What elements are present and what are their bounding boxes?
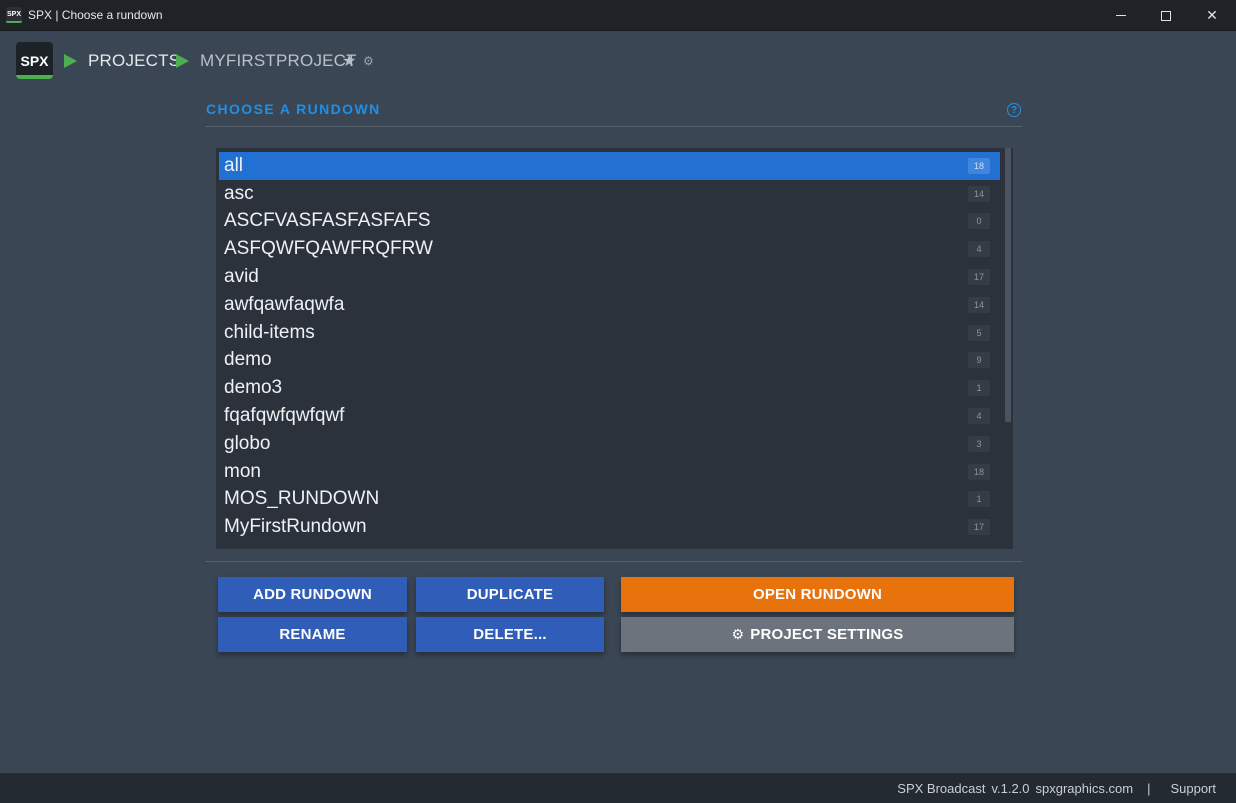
section-title: CHOOSE A RUNDOWN bbox=[206, 101, 381, 117]
breadcrumb-arrow-icon bbox=[64, 54, 77, 68]
rundown-item-count-badge: 5 bbox=[968, 324, 990, 341]
project-settings-label: PROJECT SETTINGS bbox=[750, 626, 904, 643]
scrollbar-thumb[interactable] bbox=[1005, 148, 1011, 422]
rundown-list-item[interactable]: mon 18 bbox=[219, 458, 1000, 486]
footer: SPX Broadcast v.1.2.0 spxgraphics.com | … bbox=[0, 773, 1236, 803]
star-icon[interactable]: ★ bbox=[342, 51, 356, 71]
rundown-list-item[interactable]: fqafqwfqwfqwf 4 bbox=[219, 402, 1000, 430]
rename-button[interactable]: RENAME bbox=[218, 617, 407, 652]
rundown-list-item[interactable]: globo 3 bbox=[219, 430, 1000, 458]
rundown-item-count-badge: 0 bbox=[968, 213, 990, 230]
rundown-item-count-badge: 4 bbox=[968, 408, 990, 425]
rundown-item-count-badge: 4 bbox=[968, 241, 990, 258]
rundown-list-item[interactable]: asc 14 bbox=[219, 180, 1000, 208]
spx-logo[interactable]: SPX bbox=[16, 42, 53, 79]
rundown-list-item[interactable]: demo3 1 bbox=[219, 374, 1000, 402]
minimize-button[interactable] bbox=[1098, 0, 1144, 31]
rundown-name: globo bbox=[224, 432, 271, 454]
footer-site-link[interactable]: spxgraphics.com bbox=[1036, 781, 1134, 796]
window-title: SPX | Choose a rundown bbox=[28, 8, 163, 22]
rundown-item-count-badge: 3 bbox=[968, 435, 990, 452]
rundown-list-item[interactable]: all 18 bbox=[219, 152, 1000, 180]
breadcrumb-project: MYFIRSTPROJECT bbox=[200, 51, 357, 70]
rundown-list-item[interactable]: awfqawfaqwfa 14 bbox=[219, 291, 1000, 319]
close-icon: ✕ bbox=[1206, 7, 1218, 23]
footer-support-link[interactable]: Support bbox=[1170, 781, 1216, 796]
duplicate-button[interactable]: DUPLICATE bbox=[416, 577, 604, 612]
rundown-list-item[interactable]: MOS_RUNDOWN 1 bbox=[219, 486, 1000, 514]
rundown-name: ASFQWFQAWFRQFRW bbox=[224, 238, 433, 260]
window-titlebar: SPX SPX | Choose a rundown bbox=[0, 0, 1236, 31]
footer-separator: | bbox=[1147, 780, 1151, 796]
rundown-list-item[interactable]: demo 9 bbox=[219, 347, 1000, 375]
logo-underline bbox=[16, 75, 53, 79]
rundown-list-items: all 18 asc 14 ASCFVASFASFASFAFS 0 ASFQWFQAWFRQ… bbox=[219, 152, 1000, 541]
delete-button[interactable]: DELETE... bbox=[416, 617, 604, 652]
rundown-name: fqafqwfqwfqwf bbox=[224, 405, 345, 427]
rundown-item-count-badge: 1 bbox=[968, 491, 990, 508]
rundown-name: awfqawfaqwfa bbox=[224, 293, 345, 315]
rundown-list-item[interactable]: ASCFVASFASFASFAFS 0 bbox=[219, 208, 1000, 236]
rundown-name: demo bbox=[224, 349, 272, 371]
footer-version: v.1.2.0 bbox=[991, 780, 1030, 796]
rundown-item-count-badge: 17 bbox=[967, 519, 990, 536]
add-rundown-button[interactable]: ADD RUNDOWN bbox=[218, 577, 407, 612]
rundown-name: asc bbox=[224, 182, 254, 204]
rundown-name: MyFirstRundown bbox=[224, 516, 367, 538]
rundown-item-count-badge: 17 bbox=[967, 269, 990, 286]
rundown-item-count-badge: 14 bbox=[967, 185, 990, 202]
rundown-item-count-badge: 14 bbox=[967, 296, 990, 313]
rundown-name: child-items bbox=[224, 321, 315, 343]
rundown-item-count-badge: 1 bbox=[968, 380, 990, 397]
rundown-list-item[interactable]: avid 17 bbox=[219, 263, 1000, 291]
rundown-name: MOS_RUNDOWN bbox=[224, 488, 380, 510]
logo-text: SPX bbox=[20, 52, 49, 69]
divider bbox=[205, 561, 1022, 562]
rundown-name: all bbox=[224, 154, 244, 176]
footer-product: SPX Broadcast bbox=[897, 780, 986, 796]
gear-icon: ⚙ bbox=[731, 626, 745, 642]
rundown-name: ASCFVASFASFASFAFS bbox=[224, 210, 431, 232]
divider bbox=[205, 126, 1022, 127]
open-rundown-button[interactable]: OPEN RUNDOWN bbox=[621, 577, 1014, 612]
help-icon[interactable]: ? bbox=[1007, 103, 1021, 117]
minimize-icon bbox=[1116, 15, 1126, 16]
list-scrollbar[interactable] bbox=[1003, 148, 1013, 549]
close-button[interactable]: ✕ bbox=[1189, 0, 1235, 31]
app-icon: SPX bbox=[6, 7, 22, 23]
maximize-icon bbox=[1161, 10, 1171, 21]
maximize-button[interactable] bbox=[1143, 0, 1189, 31]
breadcrumb-arrow-icon bbox=[176, 54, 189, 68]
rundown-item-count-badge: 18 bbox=[967, 157, 990, 174]
rundown-item-count-badge: 9 bbox=[968, 352, 990, 369]
breadcrumb-projects[interactable]: PROJECTS bbox=[88, 51, 180, 71]
rundown-list-item[interactable]: MyFirstRundown 17 bbox=[219, 513, 1000, 541]
rundown-list-item[interactable]: child-items 5 bbox=[219, 319, 1000, 347]
rundown-list-item[interactable]: ASFQWFQAWFRQFRW 4 bbox=[219, 235, 1000, 263]
project-settings-button[interactable]: ⚙ PROJECT SETTINGS bbox=[621, 617, 1014, 652]
rundown-item-count-badge: 18 bbox=[967, 463, 990, 480]
gear-icon[interactable]: ⚙ bbox=[363, 54, 374, 68]
rundown-list[interactable]: all 18 asc 14 ASCFVASFASFASFAFS 0 ASFQWFQAWFRQ… bbox=[216, 148, 1013, 549]
rundown-name: mon bbox=[224, 460, 261, 482]
rundown-name: demo3 bbox=[224, 377, 283, 399]
rundown-name: avid bbox=[224, 266, 259, 288]
